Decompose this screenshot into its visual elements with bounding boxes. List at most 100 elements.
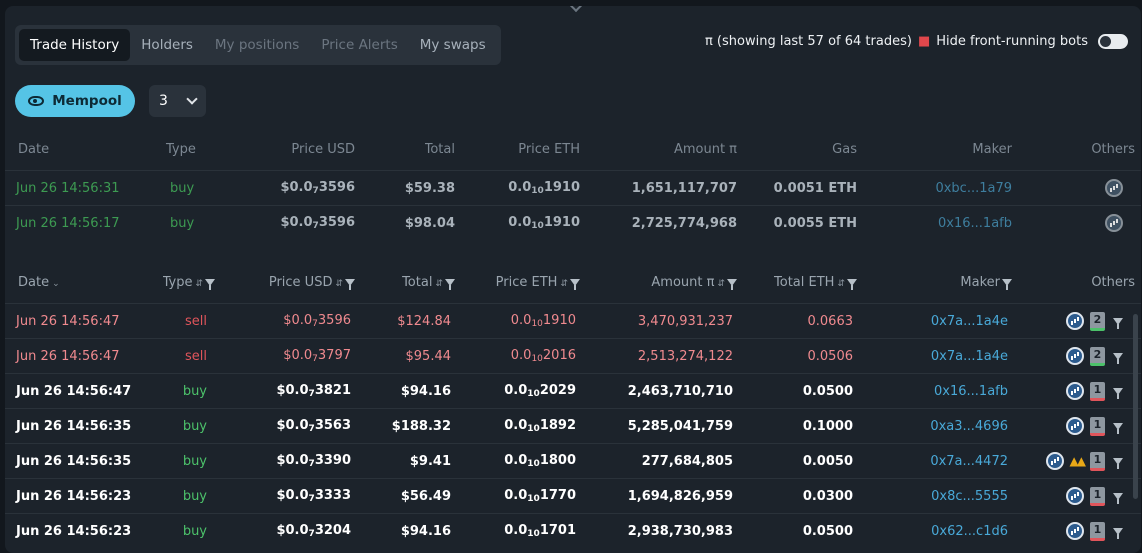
chevron-down-icon: [186, 93, 198, 105]
tab-price-alerts[interactable]: Price Alerts: [310, 29, 408, 61]
total-cell: $95.44: [405, 348, 452, 364]
maker-link[interactable]: 0x16...1afb: [934, 384, 1012, 399]
price_usd-digits: 3821: [314, 383, 351, 398]
price_usd-cell: $0.073821: [276, 383, 355, 399]
sort-icon[interactable]: ⇵: [560, 279, 568, 289]
price_eth-digits: 2016: [542, 348, 576, 363]
mempool-row[interactable]: Jun 26 14:56:31 buy $0.073596 $59.38 0.01019…: [5, 170, 1141, 205]
trade-row[interactable]: Jun 26 14:56:23 buy $0.073333 $56.49 0.01017…: [5, 478, 1141, 513]
trade-row[interactable]: Jun 26 14:56:47 buy $0.073821 $94.16 0.01020…: [5, 373, 1141, 408]
price_eth-zero-count: 10: [531, 186, 544, 196]
col-price-eth-label: Price ETH: [495, 274, 558, 290]
col-price-usd[interactable]: Price USD ⇵: [269, 275, 355, 290]
filter-icon[interactable]: [847, 278, 857, 290]
trade-row[interactable]: Jun 26 14:56:47 sell $0.073797 $95.44 0.0102…: [5, 338, 1141, 373]
trade-row[interactable]: Jun 26 14:56:35 buy $0.073563 $188.32 0.0101…: [5, 408, 1141, 443]
trade-row[interactable]: Jun 26 14:56:47 sell $0.073596 $124.84 0.010…: [5, 303, 1141, 338]
date-cell: Jun 26 14:56:35: [16, 453, 132, 469]
total-cell: $9.41: [409, 453, 451, 469]
filter-maker-icon[interactable]: [1113, 457, 1123, 469]
price_eth-zero-count: 10: [527, 389, 540, 399]
filter-maker-icon[interactable]: [1113, 352, 1123, 364]
col-total-eth[interactable]: Total ETH ⇵: [774, 275, 857, 290]
col-total[interactable]: Total ⇵: [402, 275, 455, 290]
price_eth-prefix: 0.0: [504, 488, 528, 503]
uniswap-icon[interactable]: [1066, 417, 1084, 435]
col-price-eth[interactable]: Price ETH ⇵: [496, 275, 580, 290]
filter-icon[interactable]: [727, 278, 737, 290]
gas-cell: 0.0051 ETH: [773, 180, 857, 196]
sort-icon[interactable]: ⇵: [837, 279, 845, 289]
scrollbar[interactable]: [1133, 314, 1138, 499]
filter-maker-icon[interactable]: [1113, 317, 1123, 329]
tab-trade-history[interactable]: Trade History: [19, 29, 131, 61]
uniswap-icon[interactable]: [1105, 214, 1123, 232]
mempool-count-select[interactable]: 3: [149, 85, 206, 117]
price_usd-prefix: $0.0: [280, 180, 313, 195]
sort-icon[interactable]: ⇵: [717, 279, 725, 289]
uniswap-icon[interactable]: [1105, 179, 1123, 197]
filter-icon[interactable]: [205, 278, 215, 290]
filter-icon[interactable]: [570, 278, 580, 290]
price_usd-cell: $0.073333: [276, 488, 355, 504]
price_eth-prefix: 0.0: [504, 383, 528, 398]
total-eth-cell: 0.0506: [807, 348, 854, 364]
col-date[interactable]: Date ⌄: [5, 275, 145, 290]
amount-cell: 1,694,826,959: [627, 488, 733, 504]
uniswap-icon[interactable]: [1066, 347, 1084, 365]
uniswap-icon[interactable]: [1066, 382, 1084, 400]
col-amount[interactable]: Amount π ⇵: [651, 275, 737, 290]
uniswap-icon[interactable]: [1066, 487, 1084, 505]
filter-icon[interactable]: [445, 278, 455, 290]
tab-my-swaps[interactable]: My swaps: [409, 29, 497, 61]
mempool-button[interactable]: Mempool: [15, 85, 135, 117]
mempool-col-total: Total: [424, 141, 455, 157]
col-type[interactable]: Type ⇵: [163, 275, 215, 290]
price_usd-cell: $0.073563: [276, 418, 355, 434]
maker-link[interactable]: 0xa3...4696: [930, 419, 1012, 434]
price_eth-zero-count: 10: [527, 424, 540, 434]
price_eth-cell: 0.0101910: [508, 215, 580, 231]
price_eth-digits: 1770: [539, 488, 576, 503]
maker-link[interactable]: 0x7a...1a4e: [931, 349, 1012, 364]
maker-link[interactable]: 0x16...1afb: [938, 216, 1012, 231]
tab-my-positions[interactable]: My positions: [204, 29, 310, 61]
filter-maker-icon[interactable]: [1113, 527, 1123, 539]
filter-maker-icon[interactable]: [1113, 422, 1123, 434]
total-cell: $94.16: [400, 383, 451, 399]
trade-row[interactable]: Jun 26 14:56:35 buy $0.073390 $9.41 0.010180…: [5, 443, 1141, 478]
maker-link[interactable]: 0x62...c1d6: [931, 524, 1012, 539]
maker-link[interactable]: 0x7a...4472: [930, 454, 1012, 469]
uniswap-icon[interactable]: [1066, 522, 1084, 540]
col-maker[interactable]: Maker: [960, 275, 1012, 290]
sort-icon[interactable]: ⇵: [435, 279, 443, 289]
filter-maker-icon[interactable]: [1113, 387, 1123, 399]
trade-row[interactable]: Jun 26 14:56:23 buy $0.073204 $94.16 0.01017…: [5, 513, 1141, 548]
showing-text: π (showing last 57 of 64 trades): [704, 34, 912, 49]
maker-link[interactable]: 0x7a...1a4e: [931, 314, 1012, 329]
price_usd-digits: 3333: [314, 488, 351, 503]
collapse-chevron-icon[interactable]: [568, 6, 584, 13]
hide-bots-toggle[interactable]: [1098, 34, 1128, 49]
filter-maker-icon[interactable]: [1113, 492, 1123, 504]
uniswap-icon[interactable]: [1045, 452, 1064, 470]
maker-link[interactable]: 0xbc...1a79: [935, 181, 1012, 196]
trade-count-info: π (showing last 57 of 64 trades) ■ Hide …: [705, 34, 1128, 49]
col-price-usd-label: Price USD: [268, 274, 333, 290]
maker-link[interactable]: 0x8c...5555: [931, 489, 1012, 504]
price_usd-prefix: $0.0: [276, 383, 309, 398]
sort-icon[interactable]: ⇵: [195, 279, 203, 289]
amount-cell: 1,651,117,707: [631, 180, 737, 196]
filter-icon[interactable]: [1002, 278, 1012, 290]
tab-holders[interactable]: Holders: [130, 29, 204, 61]
amount-cell: 5,285,041,759: [627, 418, 733, 434]
mempool-col-maker: Maker: [972, 141, 1012, 157]
mempool-row[interactable]: Jun 26 14:56:17 buy $0.073596 $98.04 0.01019…: [5, 205, 1141, 240]
uniswap-icon[interactable]: [1066, 312, 1084, 330]
cluster-icon[interactable]: ▲▲: [1070, 454, 1087, 468]
sort-icon[interactable]: ⇵: [335, 279, 343, 289]
filter-icon[interactable]: [345, 278, 355, 290]
price_usd-digits: 3596: [318, 215, 355, 230]
others-cell: ▲▲ 1: [1012, 451, 1141, 471]
date-cell: Jun 26 14:56:23: [16, 488, 132, 504]
